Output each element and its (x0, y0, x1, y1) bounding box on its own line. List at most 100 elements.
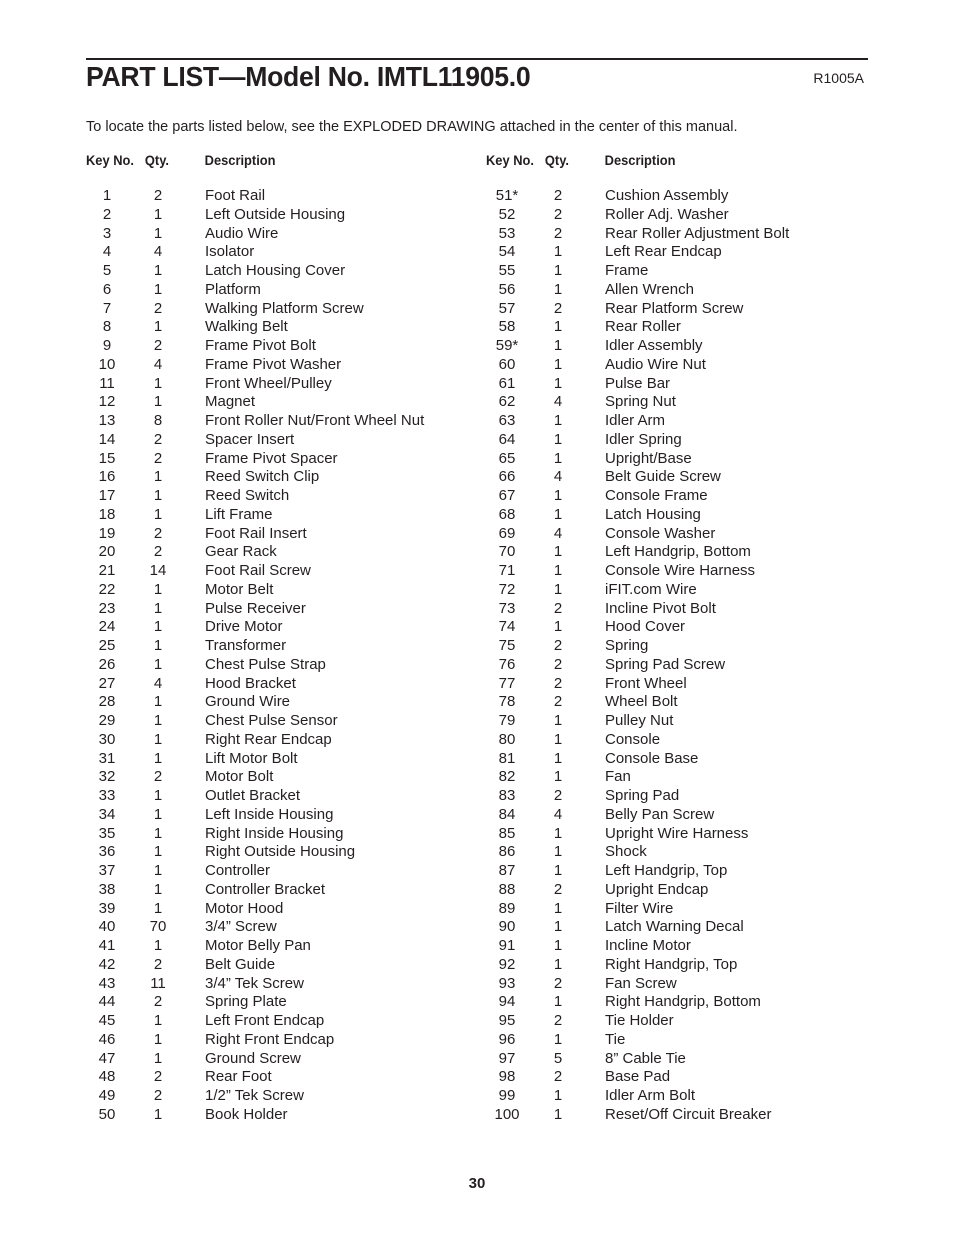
document-code: R1005A (813, 70, 864, 86)
part-key-no: 47 (98, 1049, 116, 1067)
part-row: 34 1 Left Inside Housing (86, 806, 466, 825)
part-key-no: 40 (98, 918, 116, 936)
part-row: 49 2 1/2” Tek Screw (86, 1087, 466, 1106)
part-qty: 1 (553, 937, 563, 954)
part-row: 80 1 Console (486, 731, 866, 750)
part-description: Idler Assembly (605, 337, 703, 354)
part-description: Walking Platform Screw (205, 299, 364, 317)
part-key-no: 98 (498, 1068, 516, 1086)
part-row: 45 1 Left Front Endcap (86, 1012, 466, 1031)
parts-list-right: 51* 2 Cushion Assembly 52 2 Roller Adj. Washe… (486, 187, 866, 1125)
part-description: Motor Bolt (205, 768, 274, 786)
part-qty: 1 (553, 955, 563, 973)
part-qty: 1 (553, 618, 563, 636)
part-qty: 2 (553, 787, 563, 804)
part-description: Spring (605, 637, 649, 654)
part-key-no: 1 (102, 187, 112, 204)
header-key-no: Key No. (486, 152, 534, 168)
part-qty: 2 (153, 299, 163, 317)
part-row: 50 1 Book Holder (86, 1106, 466, 1125)
header-key-no: Key No. (86, 152, 134, 168)
part-key-no: 61 (498, 374, 516, 392)
part-description: Left Outside Housing (205, 205, 346, 223)
part-qty: 4 (553, 468, 563, 486)
part-row: 82 1 Fan (486, 768, 866, 787)
part-row: 10 4 Frame Pivot Washer (86, 356, 466, 375)
part-row: 56 1 Allen Wrench (486, 281, 866, 300)
part-qty: 1 (553, 262, 563, 279)
part-qty: 2 (153, 955, 163, 973)
part-key-no: 27 (98, 674, 116, 692)
part-key-no: 71 (498, 562, 516, 579)
part-row: 44 2 Spring Plate (86, 993, 466, 1012)
part-description: Reset/Off Circuit Breaker (605, 1105, 772, 1123)
part-qty: 4 (153, 355, 163, 373)
part-key-no: 90 (498, 918, 516, 936)
part-description: Left Handgrip, Bottom (605, 543, 751, 561)
part-row: 38 1 Controller Bracket (86, 881, 466, 900)
part-description: Pulley Nut (605, 712, 674, 729)
part-row: 84 4 Belly Pan Screw (486, 806, 866, 825)
part-key-no: 19 (98, 524, 116, 542)
part-row: 33 1 Outlet Bracket (86, 787, 466, 806)
part-description: Isolator (205, 243, 255, 261)
part-description: Cushion Assembly (605, 187, 729, 204)
part-qty: 5 (553, 1049, 563, 1067)
part-qty: 1 (153, 749, 163, 767)
part-description: Console Wire Harness (605, 562, 756, 579)
part-key-no: 92 (498, 955, 516, 973)
part-qty: 2 (153, 768, 163, 786)
part-description: Upright/Base (605, 449, 692, 467)
part-row: 48 2 Rear Foot (86, 1068, 466, 1087)
part-description: Rear Platform Screw (605, 299, 744, 317)
part-qty: 1 (553, 543, 563, 561)
part-row: 23 1 Pulse Receiver (86, 600, 466, 619)
part-qty: 2 (153, 187, 163, 204)
part-key-no: 9 (102, 337, 112, 354)
part-description: Left Handgrip, Top (605, 862, 728, 879)
part-key-no: 91 (498, 937, 516, 954)
part-description: Front Roller Nut/Front Wheel Nut (205, 412, 425, 429)
part-row: 74 1 Hood Cover (486, 618, 866, 637)
part-row: 41 1 Motor Belly Pan (86, 937, 466, 956)
part-row: 88 2 Upright Endcap (486, 881, 866, 900)
part-key-no: 52 (498, 205, 516, 223)
part-row: 29 1 Chest Pulse Sensor (86, 712, 466, 731)
part-key-no: 28 (98, 693, 116, 711)
part-qty: 1 (553, 768, 563, 786)
part-key-no: 58 (498, 318, 516, 336)
part-key-no: 36 (98, 843, 116, 861)
part-qty: 1 (153, 205, 163, 223)
part-qty: 1 (153, 1012, 163, 1029)
part-qty: 1 (553, 243, 563, 261)
part-description: Book Holder (205, 1105, 288, 1123)
part-description: Chest Pulse Sensor (205, 712, 338, 729)
part-description: Platform (205, 280, 261, 298)
part-row: 58 1 Rear Roller (486, 318, 866, 337)
part-qty: 1 (553, 449, 563, 467)
part-qty: 1 (153, 393, 163, 411)
part-qty: 1 (153, 787, 163, 804)
part-description: Pulse Receiver (205, 599, 306, 617)
part-key-no: 66 (498, 468, 516, 486)
part-description: Front Wheel (605, 674, 687, 692)
part-description: iFIT.com Wire (605, 580, 697, 598)
part-qty: 1 (553, 712, 563, 729)
part-description: Gear Rack (205, 543, 277, 561)
part-key-no: 4 (102, 243, 112, 261)
part-qty: 1 (153, 637, 163, 654)
part-qty: 2 (553, 637, 563, 654)
part-key-no: 54 (498, 243, 516, 261)
part-row: 97 5 8” Cable Tie (486, 1050, 866, 1069)
part-key-no: 3 (102, 224, 112, 242)
part-description: Audio Wire Nut (605, 355, 706, 373)
part-key-no: 59* (495, 337, 519, 354)
part-key-no: 39 (98, 899, 116, 917)
part-row: 62 4 Spring Nut (486, 393, 866, 412)
part-qty: 2 (553, 224, 563, 242)
column-header: Key No. Qty. Description (486, 152, 836, 172)
part-qty: 4 (153, 243, 163, 261)
part-key-no: 78 (498, 693, 516, 711)
part-key-no: 8 (102, 318, 112, 336)
part-description: Latch Housing (605, 505, 701, 523)
